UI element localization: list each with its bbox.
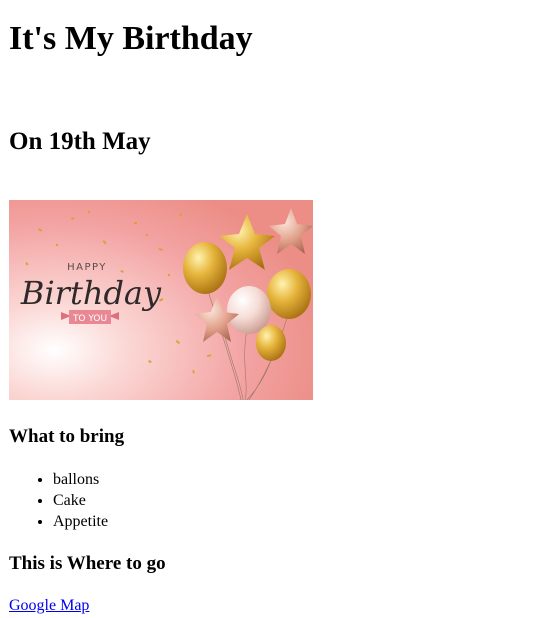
banner-happy-text: HAPPY (67, 262, 107, 273)
google-map-link[interactable]: Google Map (9, 596, 89, 616)
bring-list: ballons Cake Appetite (9, 469, 108, 532)
list-item: Appetite (53, 511, 108, 532)
what-to-bring-heading: What to bring (9, 426, 125, 447)
where-to-go-heading: This is Where to go (9, 553, 166, 574)
list-item: Cake (53, 490, 108, 511)
list-item: ballons (53, 469, 108, 490)
banner-ribbon: TO YOU (61, 310, 119, 324)
banner-ribbon-text: TO YOU (72, 314, 107, 324)
birthday-date-heading: On 19th May (9, 128, 151, 155)
page-title: It's My Birthday (9, 20, 253, 57)
birthday-banner-image: HAPPY Birthday TO YOU (9, 200, 313, 400)
banner-birthday-text: Birthday (20, 274, 162, 312)
